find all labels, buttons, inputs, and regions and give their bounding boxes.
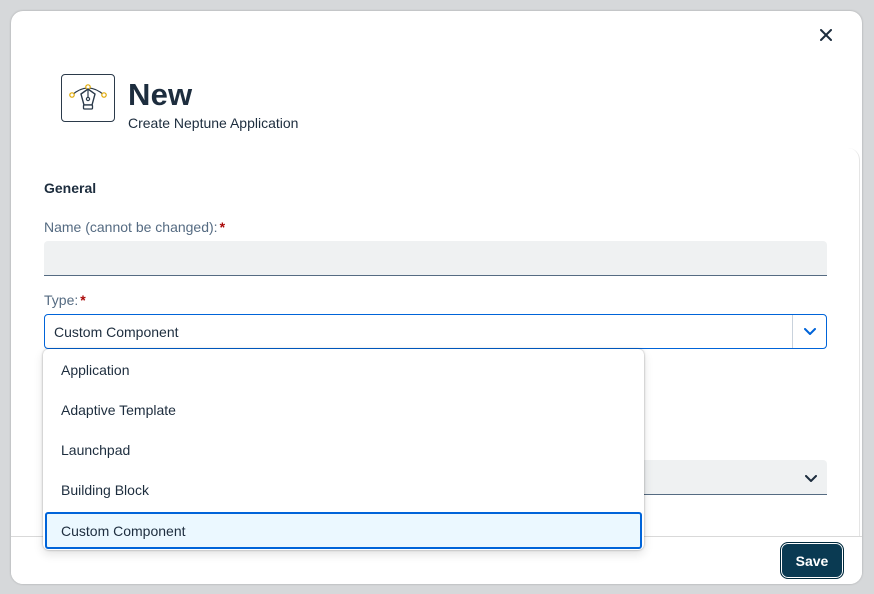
chevron-down-icon xyxy=(805,475,817,482)
dialog-title: New xyxy=(128,77,193,112)
dialog-subtitle: Create Neptune Application xyxy=(128,115,299,131)
required-marker: * xyxy=(80,292,86,308)
close-button[interactable] xyxy=(816,25,836,45)
save-button[interactable]: Save xyxy=(780,542,844,579)
name-label-text: Name (cannot be changed): xyxy=(44,219,218,235)
chevron-down-icon xyxy=(803,327,816,335)
new-application-dialog: New Create Neptune Application General N… xyxy=(11,11,862,584)
type-select-value: Custom Component xyxy=(54,323,179,340)
type-field-label: Type: * xyxy=(44,292,86,308)
dropdown-option-custom-component[interactable]: Custom Component xyxy=(45,512,642,549)
dropdown-option-adaptive-template[interactable]: Adaptive Template xyxy=(44,390,643,430)
close-icon xyxy=(820,29,832,41)
name-input[interactable] xyxy=(44,241,827,276)
dropdown-option-application[interactable]: Application xyxy=(44,350,643,390)
dropdown-option-launchpad[interactable]: Launchpad xyxy=(44,430,643,470)
app-type-icon-frame xyxy=(61,74,115,122)
name-field-label: Name (cannot be changed): * xyxy=(44,219,225,235)
dropdown-option-building-block[interactable]: Building Block xyxy=(44,470,643,510)
section-title-general: General xyxy=(44,180,97,196)
required-marker: * xyxy=(219,219,226,235)
type-label-text: Type: xyxy=(44,292,79,308)
type-select-toggle[interactable] xyxy=(792,315,826,348)
secondary-select-toggle[interactable] xyxy=(805,470,817,488)
pen-tool-icon xyxy=(69,84,107,110)
type-dropdown-list: Application Adaptive Template Launchpad … xyxy=(43,349,644,550)
type-select[interactable]: Custom Component xyxy=(44,314,827,349)
